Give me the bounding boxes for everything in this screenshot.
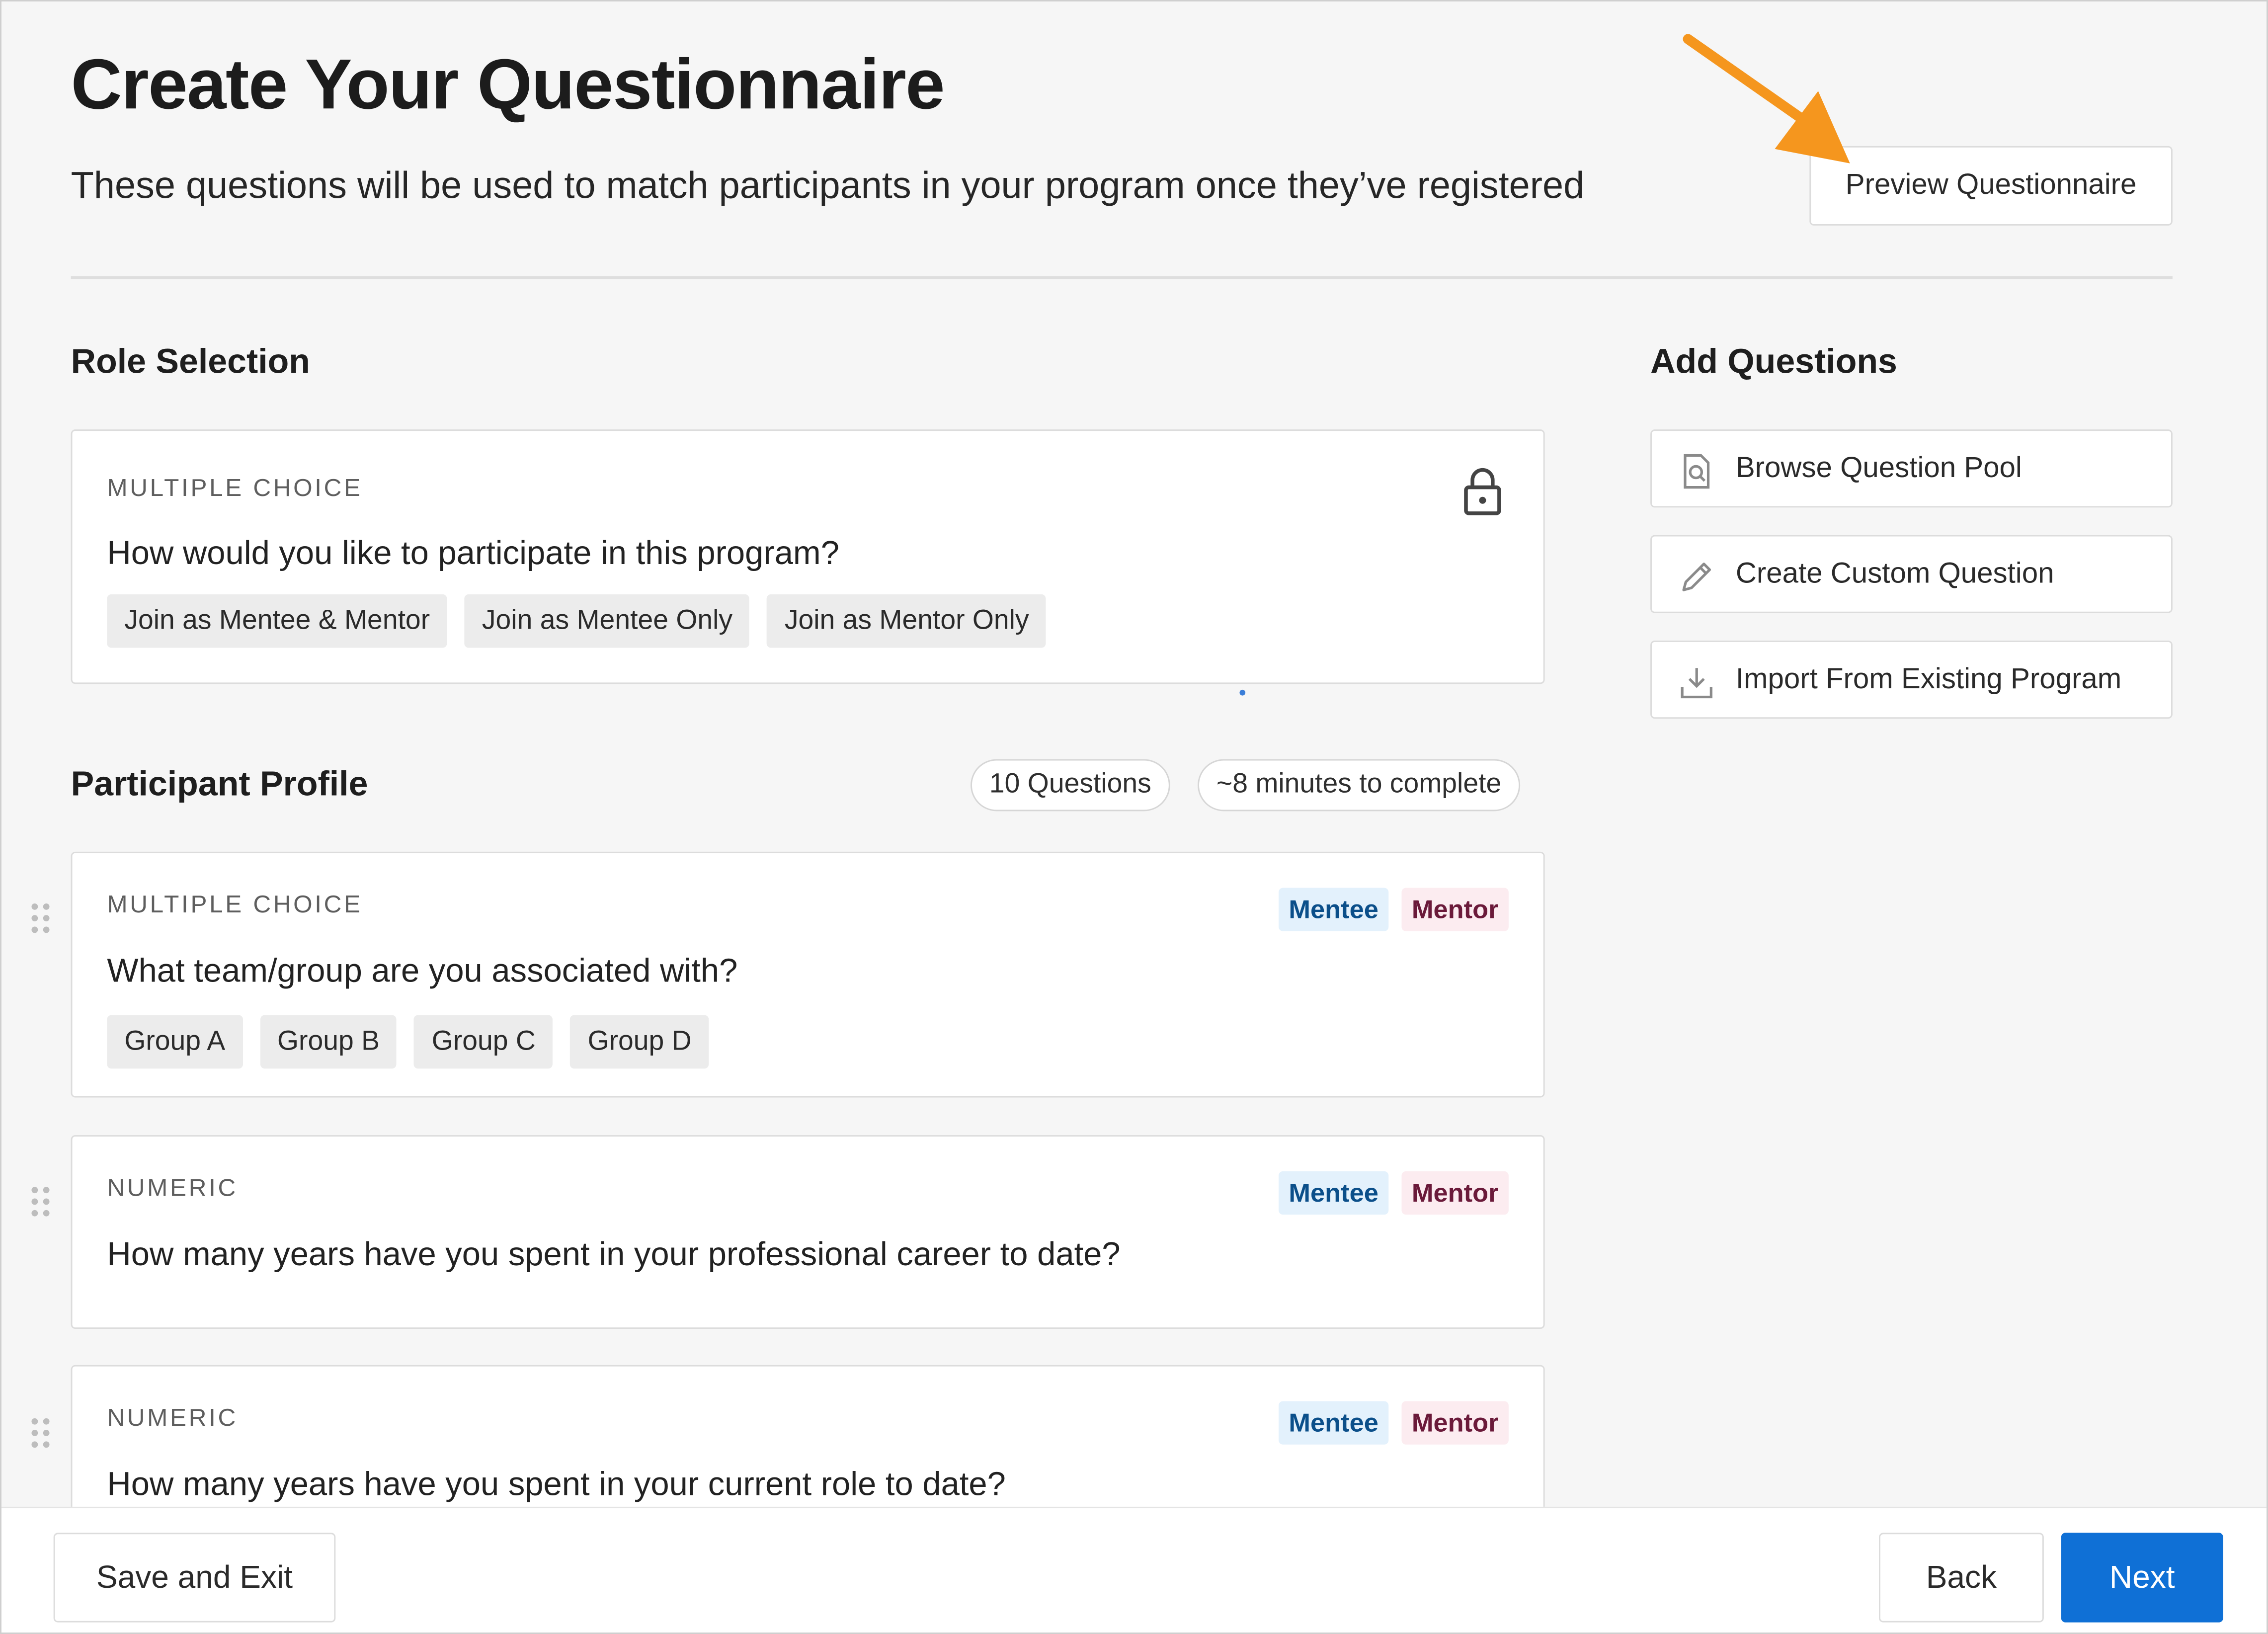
create-custom-question-button[interactable]: Create Custom Question: [1650, 535, 2173, 613]
mentee-tag: Mentee: [1279, 1401, 1389, 1445]
option-chip: Join as Mentee & Mentor: [107, 594, 448, 648]
lock-icon: [1464, 468, 1501, 515]
role-options: Join as Mentee & Mentor Join as Mentee O…: [107, 594, 1047, 648]
drag-handle-icon[interactable]: [30, 1186, 51, 1218]
role-tags: Mentee Mentor: [1279, 1401, 1509, 1445]
option-chip: Join as Mentor Only: [767, 594, 1047, 648]
mentee-tag: Mentee: [1279, 1171, 1389, 1215]
back-button[interactable]: Back: [1878, 1533, 2044, 1623]
question-type-label: MULTIPLE CHOICE: [107, 474, 363, 502]
pencil-icon: [1682, 563, 1711, 591]
participant-profile-heading: Participant Profile: [71, 765, 368, 804]
question-text: How many years have you spent in your cu…: [107, 1465, 1006, 1503]
page-subtitle: These questions will be used to match pa…: [71, 163, 1585, 207]
question-text: How many years have you spent in your pr…: [107, 1234, 1121, 1273]
question-card[interactable]: NUMERIC Mentee Mentor How many years hav…: [71, 1135, 1545, 1329]
time-estimate-badge: ~8 minutes to complete: [1198, 759, 1521, 812]
add-questions-heading: Add Questions: [1650, 342, 1897, 382]
browse-question-pool-button[interactable]: Browse Question Pool: [1650, 429, 2173, 508]
option-chip: Group B: [260, 1015, 397, 1069]
question-type-label: MULTIPLE CHOICE: [107, 891, 363, 918]
import-from-existing-program-label: Import From Existing Program: [1735, 663, 2122, 695]
question-text: What team/group are you associated with?: [107, 951, 738, 989]
option-chip: Group A: [107, 1015, 243, 1069]
mentor-tag: Mentor: [1401, 888, 1509, 931]
document-search-icon: [1684, 454, 1710, 489]
question-card[interactable]: MULTIPLE CHOICE Mentee Mentor What team/…: [71, 851, 1545, 1098]
question-options: Group A Group B Group C Group D: [107, 1015, 709, 1069]
mentee-tag: Mentee: [1279, 888, 1389, 931]
question-type-label: NUMERIC: [107, 1174, 238, 1202]
drag-handle-icon[interactable]: [30, 1417, 51, 1449]
browse-question-pool-label: Browse Question Pool: [1735, 452, 2022, 484]
create-custom-question-label: Create Custom Question: [1735, 557, 2054, 589]
role-tags: Mentee Mentor: [1279, 888, 1509, 931]
next-button[interactable]: Next: [2061, 1533, 2223, 1623]
scroll-indicator-dot: [1239, 689, 1246, 696]
page-title: Create Your Questionnaire: [71, 46, 945, 125]
question-type-label: NUMERIC: [107, 1404, 238, 1432]
questionnaire-page: Create Your Questionnaire These question…: [0, 0, 2268, 1634]
role-tags: Mentee Mentor: [1279, 1171, 1509, 1215]
import-from-existing-program-button[interactable]: Import From Existing Program: [1650, 640, 2173, 719]
download-icon: [1681, 668, 1712, 699]
mentor-tag: Mentor: [1401, 1401, 1509, 1445]
annotation-arrow-icon: [1683, 34, 1850, 163]
option-chip: Group C: [414, 1015, 553, 1069]
role-question-card[interactable]: MULTIPLE CHOICE How would you like to pa…: [71, 429, 1545, 684]
drag-handle-icon[interactable]: [30, 902, 51, 934]
question-count-badge: 10 Questions: [971, 759, 1170, 812]
save-and-exit-button[interactable]: Save and Exit: [53, 1533, 336, 1623]
role-selection-heading: Role Selection: [71, 342, 310, 382]
option-chip: Join as Mentee Only: [464, 594, 750, 648]
option-chip: Group D: [570, 1015, 709, 1069]
question-text: How would you like to participate in thi…: [107, 533, 839, 572]
mentor-tag: Mentor: [1401, 1171, 1509, 1215]
header-divider: [71, 276, 2173, 279]
